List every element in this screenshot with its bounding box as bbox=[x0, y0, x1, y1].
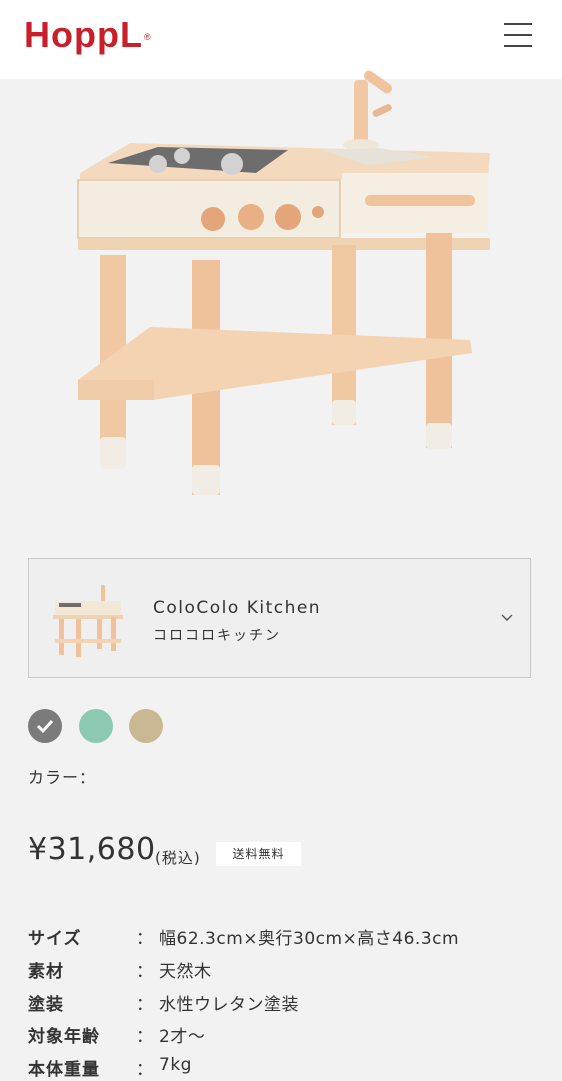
product-selector-dropdown[interactable]: ColoColo Kitchen コロコロキッチン bbox=[28, 558, 531, 678]
hamburger-menu-icon[interactable] bbox=[500, 18, 536, 52]
chevron-down-icon bbox=[501, 614, 513, 621]
menu-line bbox=[504, 45, 532, 47]
checkmark-icon bbox=[36, 719, 54, 734]
free-shipping-badge: 送料無料 bbox=[216, 842, 301, 866]
spec-key: 対象年齢 bbox=[28, 1027, 100, 1047]
spec-value: 水性ウレタン塗装 bbox=[159, 995, 299, 1015]
spec-key: 本体重量 bbox=[28, 1060, 100, 1080]
product-image-kitchen bbox=[77, 70, 490, 495]
spec-colon: ： bbox=[136, 1060, 153, 1080]
color-swatch-gray[interactable] bbox=[28, 709, 62, 743]
menu-line bbox=[504, 23, 532, 25]
product-thumbnail bbox=[53, 585, 123, 657]
spec-value: 7kg bbox=[159, 1055, 192, 1075]
brand-logo-text: HoppL bbox=[24, 14, 143, 55]
spec-colon: ： bbox=[136, 929, 153, 949]
menu-line bbox=[504, 34, 532, 36]
price-amount: ¥31,680 bbox=[28, 832, 156, 867]
color-swatch-mint[interactable] bbox=[79, 709, 113, 743]
spec-key: サイズ bbox=[28, 929, 82, 949]
spec-colon: ： bbox=[136, 995, 153, 1015]
spec-key: 塗装 bbox=[28, 995, 64, 1015]
color-label: カラー： bbox=[28, 768, 97, 787]
product-name-en: ColoColo Kitchen bbox=[153, 598, 322, 618]
product-name-ja: コロコロキッチン bbox=[153, 628, 281, 644]
spec-colon: ： bbox=[136, 1027, 153, 1047]
spec-value: 幅62.3cm×奥行30cm×高さ46.3cm bbox=[159, 929, 460, 949]
spec-value: 天然木 bbox=[159, 962, 212, 982]
spec-value: 2才〜 bbox=[159, 1027, 206, 1047]
brand-logo[interactable]: HoppL® bbox=[24, 15, 151, 55]
tax-note: (税込) bbox=[155, 849, 201, 867]
spec-key: 素材 bbox=[28, 962, 64, 982]
color-swatch-natural[interactable] bbox=[129, 709, 163, 743]
spec-colon: ： bbox=[136, 962, 153, 982]
registered-mark: ® bbox=[143, 32, 152, 42]
